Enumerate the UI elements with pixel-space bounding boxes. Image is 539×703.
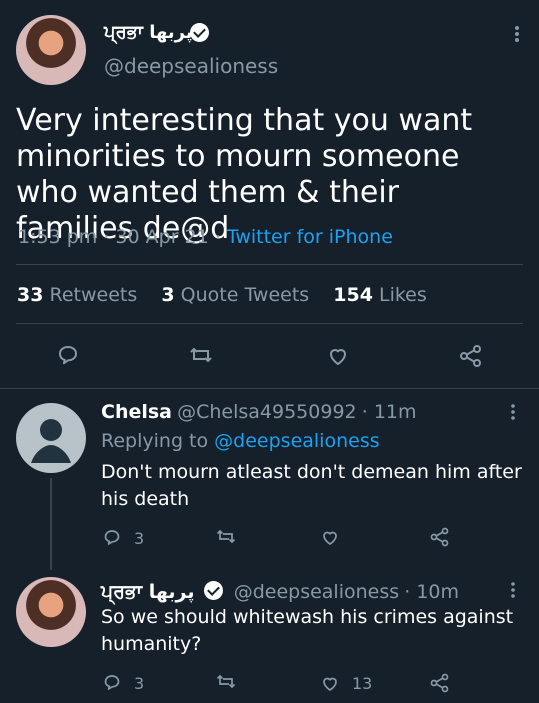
tweet-date: 30 Apr 21 [115, 226, 209, 248]
tweet-stats: 33 Retweets 3 Quote Tweets 154 Likes [17, 283, 427, 307]
tweet-source[interactable]: Twitter for iPhone [227, 226, 393, 248]
reply-time: 11m [373, 401, 417, 423]
reply-count: 3 [134, 674, 145, 693]
heart-icon[interactable] [326, 344, 350, 368]
retweets-stat[interactable]: 33 Retweets [17, 284, 143, 306]
tweet-meta: 1:53 pm · 30 Apr 21 · Twitter for iPhone [18, 225, 393, 249]
reply-icon[interactable] [56, 343, 80, 367]
reply-text-line1: Don't mourn atleast don't demean him aft… [101, 461, 522, 483]
quote-count: 3 [161, 284, 175, 306]
reply-count: 3 [134, 529, 145, 548]
reply-author-avatar[interactable] [16, 577, 86, 647]
likes-count: 154 [333, 284, 373, 306]
heart-icon[interactable] [320, 527, 340, 547]
reply-text-line2: his death [101, 488, 190, 510]
quote-stat[interactable]: 3 Quote Tweets [161, 284, 315, 306]
more-icon[interactable] [505, 581, 521, 599]
reply-author-handle[interactable]: @Chelsa49550992 [177, 401, 357, 423]
more-icon[interactable] [505, 403, 521, 421]
thread-line [50, 478, 52, 570]
reply-text-line1: So we should whitewash his crimes agains… [101, 606, 514, 628]
reply-text-line2: humanity? [101, 633, 202, 655]
share-icon[interactable] [458, 343, 484, 369]
author-name[interactable]: ਪ੍ਰਭਾ پربھا [104, 22, 193, 44]
divider-actions [0, 388, 539, 389]
divider-stats [16, 323, 523, 324]
reply-icon[interactable] [102, 673, 122, 693]
likes-label: Likes [378, 284, 427, 306]
heart-icon[interactable] [320, 673, 340, 693]
likes-stat[interactable]: 154 Likes [333, 284, 427, 306]
retweet-icon[interactable] [214, 672, 238, 692]
retweets-label: Retweets [49, 284, 138, 306]
reply-time: 10m [416, 581, 460, 603]
replying-to: Replying to @deepsealioness [101, 429, 380, 453]
author-handle[interactable]: @deepsealioness [104, 54, 278, 78]
reply-author-name[interactable]: Chelsa [101, 401, 172, 423]
like-count: 13 [352, 674, 373, 693]
tweet-time: 1:53 pm [18, 226, 98, 248]
meta-separator: · [404, 581, 417, 603]
retweets-count: 33 [17, 284, 44, 306]
share-icon[interactable] [429, 526, 451, 548]
quote-label: Quote Tweets [180, 284, 310, 306]
share-icon[interactable] [429, 672, 451, 694]
meta-separator: · [361, 401, 374, 423]
reply-author-name[interactable]: ਪ੍ਰਭਾ پربھا [101, 581, 195, 603]
verified-icon [203, 581, 223, 600]
retweet-icon[interactable] [187, 343, 215, 367]
replying-to-prefix: Replying to [101, 430, 209, 452]
more-icon[interactable] [507, 24, 527, 44]
reply-header: Chelsa @Chelsa49550992 · 11m [101, 400, 501, 424]
meta-separator: · [103, 226, 116, 248]
reply-text: Don't mourn atleast don't demean him aft… [101, 459, 526, 513]
author-avatar[interactable] [16, 15, 86, 85]
reply-author-handle[interactable]: @deepsealioness [234, 581, 399, 603]
meta-separator: · [214, 226, 227, 248]
retweet-icon[interactable] [214, 527, 238, 547]
verified-icon [190, 23, 209, 42]
reply-icon[interactable] [102, 528, 122, 548]
reply-header: ਪ੍ਰਭਾ پربھا @deepsealioness · 10m [101, 580, 511, 604]
divider-top [16, 264, 523, 265]
reply-text: So we should whitewash his crimes agains… [101, 604, 526, 658]
replying-to-handle[interactable]: @deepsealioness [214, 430, 379, 452]
reply-author-avatar[interactable] [16, 403, 86, 473]
